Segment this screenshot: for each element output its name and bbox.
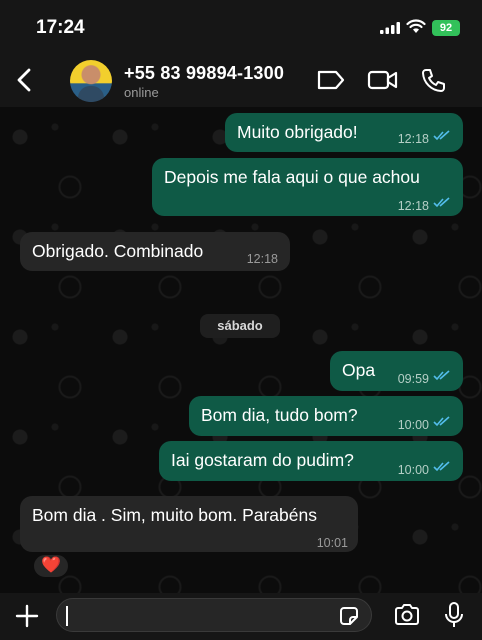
chat-area[interactable]: Muito obrigado! 12:18 Depois me fala aqu… <box>0 107 482 593</box>
message-time: 12:18 <box>246 252 278 266</box>
message-time: 12:18 <box>397 199 429 213</box>
message-input[interactable] <box>56 598 372 632</box>
cellular-signal-icon <box>380 22 400 34</box>
battery-level: 92 <box>439 22 453 34</box>
day-separator: sábado <box>200 314 280 338</box>
message-text: Muito obrigado! <box>237 122 358 142</box>
message-bubble-outgoing[interactable]: Iai gostaram do pudim? 10:00 <box>159 441 463 481</box>
avatar[interactable] <box>70 60 112 102</box>
reaction-emoji: ❤️ <box>41 557 61 574</box>
message-text: Opa <box>342 360 376 380</box>
wifi-icon <box>406 19 426 33</box>
message-time: 09:59 <box>397 372 429 386</box>
message-bubble-outgoing[interactable]: Depois me fala aqui o que achou 12:18 <box>152 158 463 216</box>
message-time: 10:01 <box>316 536 348 550</box>
contact-status: online <box>124 85 159 100</box>
read-ticks-icon <box>433 197 450 208</box>
read-ticks-icon <box>433 416 450 427</box>
message-text: Depois me fala aqui o que achou <box>164 167 420 187</box>
message-text: Obrigado. Combinado <box>32 241 204 261</box>
message-text: Bom dia, tudo bom? <box>201 405 358 425</box>
plus-icon[interactable] <box>14 603 40 629</box>
chat-header: +55 83 99894-1300 online <box>0 52 482 107</box>
input-bar <box>0 593 482 640</box>
microphone-icon[interactable] <box>443 601 465 629</box>
message-bubble-outgoing[interactable]: Bom dia, tudo bom? 10:00 <box>189 396 463 436</box>
heart-reaction-icon[interactable]: ❤️ <box>32 553 70 579</box>
read-ticks-icon <box>433 130 450 141</box>
read-ticks-icon <box>433 370 450 381</box>
message-time: 10:00 <box>397 418 429 432</box>
read-ticks-icon <box>433 461 450 472</box>
label-tag-icon[interactable] <box>316 68 346 92</box>
text-caret <box>66 606 68 626</box>
message-text: Iai gostaram do pudim? <box>171 450 354 470</box>
back-button[interactable] <box>12 66 38 94</box>
message-time: 10:00 <box>397 463 429 477</box>
status-bar: 17:24 92 <box>0 0 482 52</box>
message-time: 12:18 <box>397 132 429 146</box>
message-bubble-outgoing[interactable]: Muito obrigado! 12:18 <box>225 113 463 152</box>
battery-icon: 92 <box>432 20 460 36</box>
message-text: Bom dia . Sim, muito bom. Parabéns <box>32 505 317 525</box>
contact-name[interactable]: +55 83 99894-1300 <box>124 63 284 84</box>
phone-call-icon[interactable] <box>420 68 446 94</box>
camera-icon[interactable] <box>393 603 421 627</box>
message-bubble-incoming[interactable]: Bom dia . Sim, muito bom. Parabéns 10:01 <box>20 496 358 552</box>
sticker-icon[interactable] <box>338 605 360 627</box>
message-bubble-outgoing[interactable]: Opa 09:59 <box>330 351 463 391</box>
message-bubble-incoming[interactable]: Obrigado. Combinado 12:18 <box>20 232 290 271</box>
video-call-icon[interactable] <box>367 68 399 92</box>
status-time: 17:24 <box>36 17 85 38</box>
